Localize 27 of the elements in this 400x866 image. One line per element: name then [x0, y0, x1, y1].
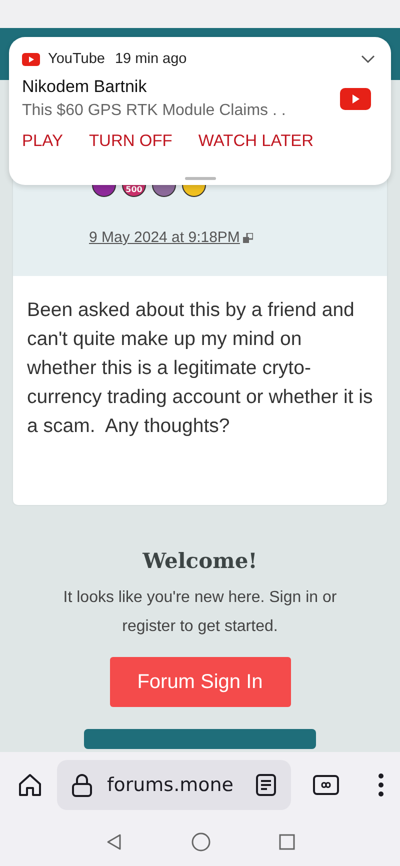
address-bar[interactable]: forums.mone [57, 760, 291, 810]
notification-action[interactable]: TURN OFF [88, 132, 172, 151]
welcome-text: It looks like you're new here. Sign in or register to get started. [62, 588, 338, 637]
drag-handle[interactable] [185, 177, 216, 180]
notification-action[interactable]: PLAY [22, 132, 63, 151]
lock-icon [71, 772, 93, 798]
url-text: forums.mone [107, 774, 234, 796]
tabs-icon[interactable] [313, 775, 339, 795]
link-icon [242, 232, 253, 242]
notification-title: Nikodem Bartnik [22, 77, 148, 97]
post-text: Been asked about this by a friend and can't quite make up my mind on whether this is a legitimate cryto-currency trading account or whether it is a scam. Any thoughts? [26, 298, 374, 439]
youtube-icon [340, 88, 371, 110]
home-icon[interactable] [17, 772, 43, 798]
app-name: YouTube [48, 51, 105, 67]
back-icon[interactable] [105, 833, 123, 851]
chevron-icon[interactable] [361, 54, 375, 64]
welcome-heading: Welcome! [142, 548, 258, 573]
reader-icon[interactable] [255, 773, 277, 797]
youtube-icon [22, 52, 40, 66]
notification-action[interactable]: WATCH LATER [198, 132, 314, 151]
notification-text: This $60 GPS RTK Module Claims . . [22, 102, 286, 120]
menu-icon[interactable] [378, 773, 384, 797]
recents-icon[interactable] [279, 834, 295, 850]
sign-in-button[interactable]: Forum Sign In [110, 657, 290, 707]
post-date-link[interactable]: 9 May 2024 at 9:18PM [89, 229, 240, 246]
notification-time: 19 min ago [114, 51, 187, 67]
notification-card[interactable]: YouTube 19 min ago Nikodem Bartnik This $60 GPS RTK Module Claims . . PLAY TURN OFF WATCH LATER [9, 37, 391, 185]
